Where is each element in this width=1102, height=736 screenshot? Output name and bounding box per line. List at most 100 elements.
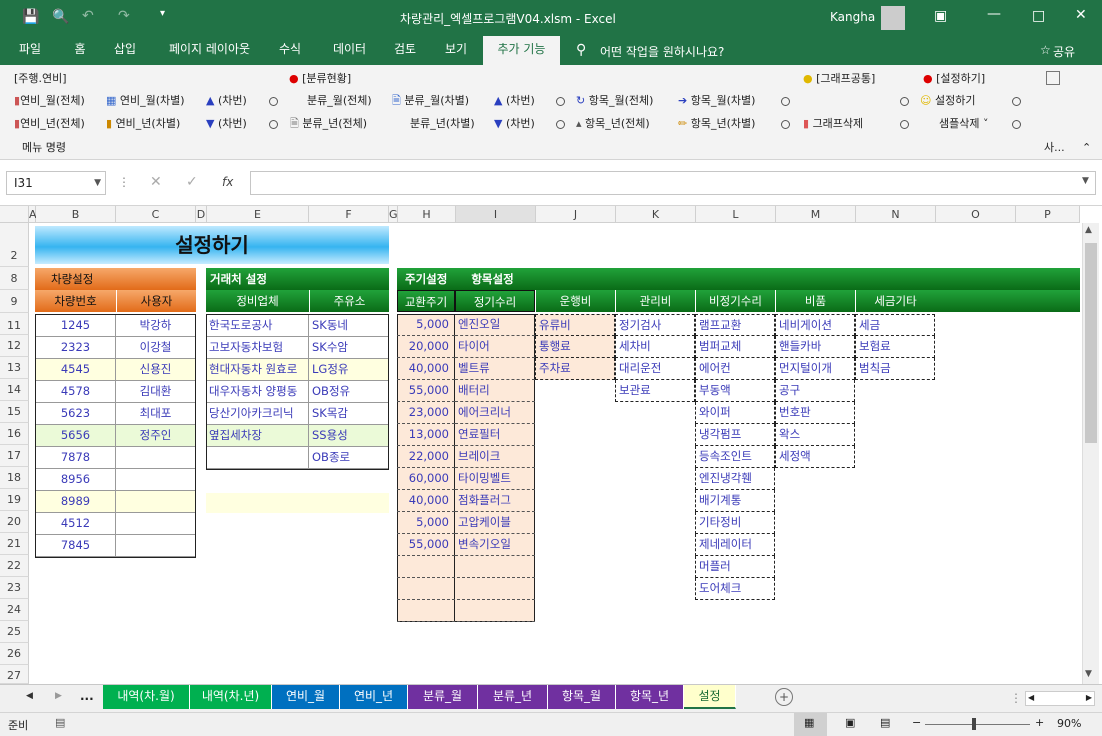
irregular-cell[interactable]: 에어컨 <box>695 358 775 380</box>
cycle-cell[interactable]: 5,000 <box>397 314 455 336</box>
btn-fuel-year-all[interactable]: ▮연비_년(전체) <box>14 115 85 133</box>
regular_repair-cell[interactable]: 점화플러그 <box>455 490 535 512</box>
btn-item-month-car[interactable]: ➔ 항목_월(차별) <box>678 92 755 110</box>
repair-shop-cell[interactable]: 옆집세차장 <box>209 425 309 447</box>
gas-station-cell[interactable]: LG정유 <box>310 359 388 381</box>
irregular-cell[interactable]: 냉각펌프 <box>695 424 775 446</box>
irregular-cell[interactable]: 기타정비 <box>695 512 775 534</box>
col-header-j[interactable]: J <box>536 206 616 223</box>
vertical-scrollbar[interactable]: ▲ ▼ <box>1082 223 1099 684</box>
macro-record-icon[interactable]: ▤ <box>55 716 65 729</box>
user-cell[interactable]: 이강철 <box>116 337 195 359</box>
zoom-level[interactable]: 90% <box>1057 717 1081 730</box>
btn-fuel-year-car[interactable]: ▮ 연비_년(차별) <box>106 115 180 133</box>
regular_repair-cell[interactable]: 브레이크 <box>455 446 535 468</box>
gas-station-cell[interactable]: OB종로 <box>310 447 388 469</box>
tab-view[interactable]: 보기 <box>436 36 476 65</box>
ribbon-display-icon[interactable]: ▣ <box>934 8 947 24</box>
repair-shop-cell[interactable]: 현대자동차 원효로 <box>209 359 309 381</box>
tab-addins[interactable]: 추가 기능 <box>483 36 560 65</box>
management-cell[interactable]: 보관료 <box>615 380 695 402</box>
irregular-cell[interactable]: 머플러 <box>695 556 775 578</box>
irregular-cell[interactable]: 부동액 <box>695 380 775 402</box>
regular_repair-cell[interactable]: 고압케이블 <box>455 512 535 534</box>
enter-icon[interactable]: ✓ <box>186 174 198 190</box>
car-number-cell[interactable]: 4545 <box>36 359 116 381</box>
col-header-h[interactable]: H <box>398 206 456 223</box>
print-preview-icon[interactable]: 🔍 <box>52 9 69 25</box>
row-header[interactable]: 22 <box>0 555 29 577</box>
regular_repair-cell[interactable]: 에어크리너 <box>455 402 535 424</box>
collapse-ribbon-icon[interactable]: ⌃ <box>1082 139 1091 157</box>
avatar[interactable] <box>881 6 905 30</box>
row-header[interactable]: 27 <box>0 665 29 684</box>
user-cell[interactable] <box>116 469 195 491</box>
management-cell[interactable]: 세차비 <box>615 336 695 358</box>
gas-station-cell[interactable]: SS용성 <box>310 425 388 447</box>
supplies-cell[interactable]: 네비게이션 <box>775 314 855 336</box>
redo-icon[interactable]: ↷ <box>118 8 130 24</box>
tab-insert[interactable]: 삽입 <box>105 36 145 65</box>
gas-station-cell[interactable]: SK동네 <box>310 315 388 337</box>
sheet-tab[interactable]: 항목_년 <box>616 685 684 709</box>
minimize-icon[interactable]: — <box>987 6 1001 22</box>
repair-shop-cell[interactable]: 당산기아카크리닉 <box>209 403 309 425</box>
col-header-m[interactable]: M <box>776 206 856 223</box>
sheet-tab[interactable]: 분류_월 <box>408 685 478 709</box>
col-header-b[interactable]: B <box>36 206 116 223</box>
zoom-slider[interactable] <box>925 724 1030 725</box>
irregular-cell[interactable]: 등속조인트 <box>695 446 775 468</box>
radio-4[interactable] <box>900 92 909 110</box>
col-header-g[interactable]: G <box>389 206 398 223</box>
tab-review[interactable]: 검토 <box>385 36 425 65</box>
radio-9[interactable] <box>900 115 909 133</box>
cancel-icon[interactable]: ✕ <box>150 174 162 190</box>
col-header-c[interactable]: C <box>116 206 196 223</box>
supplies-cell[interactable]: 왁스 <box>775 424 855 446</box>
share-icon[interactable]: ☆ <box>1040 43 1051 57</box>
irregular-cell[interactable]: 배기계통 <box>695 490 775 512</box>
row-header[interactable]: 21 <box>0 533 29 555</box>
col-header-l[interactable]: L <box>696 206 776 223</box>
supplies-cell[interactable]: 세정액 <box>775 446 855 468</box>
cycle-cell[interactable]: 13,000 <box>397 424 455 446</box>
prev-sheet-icon[interactable]: ◀ <box>26 691 33 701</box>
repair-shop-cell[interactable]: 한국도로공사 <box>209 315 309 337</box>
tax-cell[interactable]: 보험료 <box>855 336 935 358</box>
car-number-cell[interactable]: 1245 <box>36 315 116 337</box>
col-header-d[interactable]: D <box>196 206 207 223</box>
regular_repair-cell[interactable]: 타이밍벨트 <box>455 468 535 490</box>
btn-item-year-car[interactable]: ✏ 항목_년(차별) <box>678 115 755 133</box>
scroll-up-icon[interactable]: ▲ <box>1085 225 1092 235</box>
tab-file[interactable]: 파일 <box>10 36 50 65</box>
btn-cat-car-up[interactable]: ▲ (차번) <box>494 92 535 110</box>
row-header[interactable]: 9 <box>0 290 29 313</box>
btn-car-down[interactable]: ▼ (차번) <box>206 115 247 133</box>
tell-me-box[interactable]: 어떤 작업을 원하시나요? <box>600 43 724 60</box>
row-header[interactable]: 13 <box>0 357 29 379</box>
zoom-in-icon[interactable]: + <box>1035 716 1044 729</box>
irregular-cell[interactable]: 도어체크 <box>695 578 775 600</box>
radio-10[interactable] <box>1012 115 1021 133</box>
worksheet-grid[interactable]: A B C D E F G H I J K L M N O P 2 8 9 11… <box>0 206 1102 684</box>
regular_repair-cell[interactable]: 엔진오일 <box>455 314 535 336</box>
radio-5[interactable] <box>1012 92 1021 110</box>
supplies-cell[interactable]: 먼지털이개 <box>775 358 855 380</box>
page-layout-view-icon[interactable]: ▣ <box>845 716 855 729</box>
cycle-cell[interactable]: 40,000 <box>397 358 455 380</box>
regular_repair-cell[interactable]: 변속기오일 <box>455 534 535 556</box>
cycle-cell[interactable]: 55,000 <box>397 534 455 556</box>
row-header[interactable]: 15 <box>0 401 29 423</box>
cycle-cell[interactable]: 20,000 <box>397 336 455 358</box>
row-header[interactable]: 26 <box>0 643 29 665</box>
sheet-tab[interactable]: 내역(차.월) <box>103 685 190 709</box>
col-header-e[interactable]: E <box>207 206 309 223</box>
row-header[interactable]: 17 <box>0 445 29 467</box>
regular_repair-cell[interactable]: 배터리 <box>455 380 535 402</box>
user-cell[interactable]: 김대환 <box>116 381 195 403</box>
radio-8[interactable] <box>781 115 790 133</box>
user-cell[interactable] <box>116 535 195 557</box>
undo-icon[interactable]: ↶ <box>82 8 94 24</box>
car-number-cell[interactable]: 5656 <box>36 425 116 447</box>
col-header-k[interactable]: K <box>616 206 696 223</box>
